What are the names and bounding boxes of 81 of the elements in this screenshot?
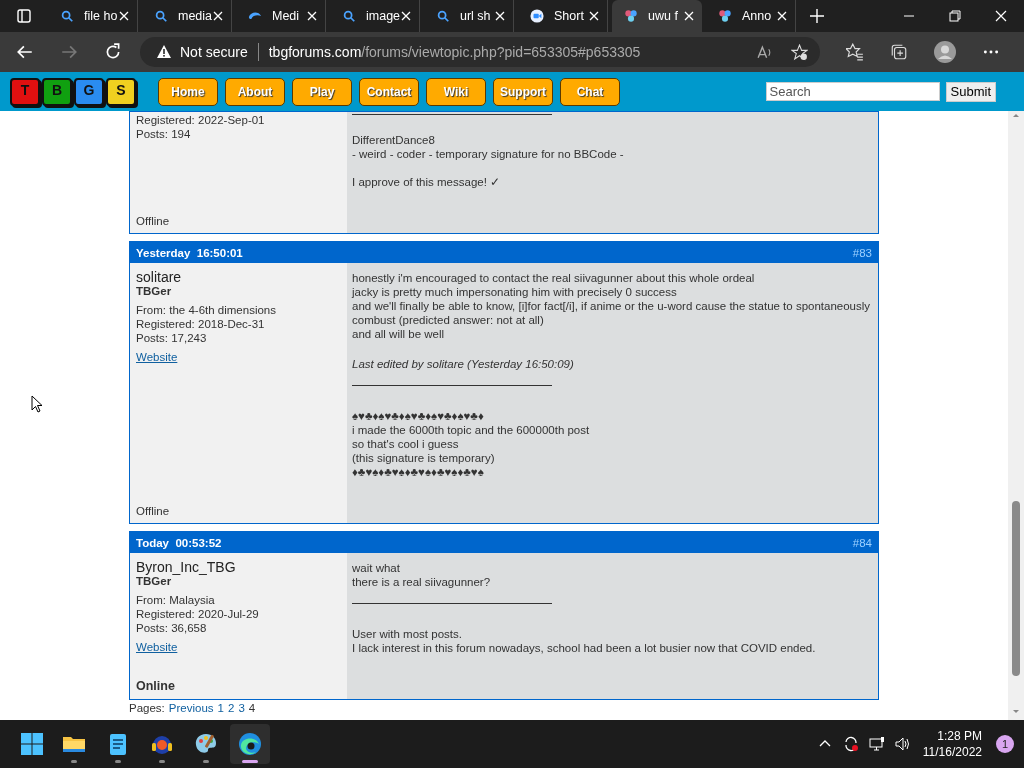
edit-note: Last edited by solitare (Yesterday 16:50:09)	[352, 357, 575, 371]
warning-icon	[156, 44, 172, 60]
close-icon[interactable]	[777, 11, 787, 21]
wave-icon	[238, 732, 262, 756]
user-registered: Registered: 2022-Sep-01	[136, 113, 265, 127]
page-link[interactable]: Previous	[168, 702, 214, 714]
user-status: Offline	[136, 214, 170, 227]
add-favorite-icon[interactable]	[791, 43, 808, 61]
user-registered: Registered: 2020-Jul-29	[136, 607, 259, 621]
sync-icon[interactable]	[842, 736, 859, 752]
video-icon	[530, 9, 544, 23]
signature-text: User with most posts. I lack interest in this forum nowadays, school had been a lot busier now that COVID ended.	[352, 627, 817, 655]
close-icon[interactable]	[589, 11, 599, 21]
signature-text: DifferentDance8 - weird - coder - temporary signature for no BBCode -	[352, 133, 625, 161]
post-date: Yesterday 16:50:01	[136, 246, 243, 259]
forward-icon[interactable]	[60, 43, 78, 61]
search-icon	[436, 9, 450, 23]
search-icon	[342, 9, 356, 23]
logo-key[interactable]: T	[10, 77, 40, 106]
logo-key[interactable]: G	[74, 77, 104, 106]
current-page: 4	[248, 702, 256, 714]
taskbar-app[interactable]	[230, 724, 270, 764]
post-number-link[interactable]: #83	[852, 246, 872, 259]
user-title: TBGer	[136, 575, 172, 587]
tab-actions-icon[interactable]	[16, 8, 32, 24]
user-location: From: the 4-6th dimensions	[136, 303, 276, 317]
read-aloud-icon[interactable]	[756, 43, 773, 61]
volume-icon[interactable]	[894, 736, 911, 752]
submit-button[interactable]: Submit	[945, 81, 996, 102]
signature-text: I approve of this message! ✓	[352, 175, 502, 189]
message-text: wait what there is a real siivagunner?	[352, 561, 492, 589]
close-icon[interactable]	[401, 11, 411, 21]
cursor-icon	[31, 395, 43, 413]
website-link[interactable]: Website	[136, 641, 178, 653]
search-icon	[154, 9, 168, 23]
favorites-icon[interactable]	[846, 43, 864, 61]
user-location: From: Malaysia	[136, 593, 216, 607]
website-link[interactable]: Website	[136, 351, 178, 363]
close-icon[interactable]	[495, 11, 505, 21]
user-registered: Registered: 2018-Dec-31	[136, 317, 266, 331]
close-icon[interactable]	[213, 11, 223, 21]
page-link[interactable]: 1	[217, 702, 224, 714]
dots-icon	[718, 9, 732, 23]
user-post-count: Posts: 17,243	[136, 331, 208, 345]
user-status: Online	[136, 678, 175, 693]
clock-date[interactable]: 11/16/2022	[922, 744, 982, 760]
new-tab-icon[interactable]	[810, 9, 824, 23]
user-post-count: Posts: 194	[136, 127, 192, 141]
close-icon[interactable]	[684, 11, 694, 21]
scrollbar-drawing[interactable]	[1008, 111, 1024, 720]
back-icon[interactable]	[16, 43, 34, 61]
close-icon[interactable]	[995, 10, 1007, 22]
collections-icon[interactable]	[890, 43, 908, 61]
page-link[interactable]: 3	[238, 702, 245, 714]
message-text: honestly i'm encouraged to contact the real siivagunner about this whole ordeal jacky is pretty much impersonating him with precisely 0 success and we'll finally be able to know, [i]for fact[/i], if anime or the u-word cause the statue to spontaneously combust (predicted answer: not at all) and all will be well	[352, 271, 872, 341]
start-icon[interactable]	[20, 732, 44, 756]
address-field[interactable]: Not secure tbgforums.com/forums/viewtopic.php?pid=653305#p653305	[140, 37, 820, 67]
post-date: Today 00:53:52	[136, 536, 222, 549]
network-icon[interactable]	[868, 736, 885, 752]
browser-tab[interactable]: uwu f	[612, 0, 702, 32]
avatar-icon[interactable]	[934, 41, 956, 63]
notification-badge[interactable]: 1	[996, 735, 1014, 753]
search-field[interactable]: Search	[765, 82, 940, 101]
search-icon	[60, 9, 74, 23]
logo-key[interactable]: S	[106, 77, 136, 106]
refresh-icon[interactable]	[104, 43, 122, 61]
user-title: TBGer	[136, 285, 172, 297]
restore-icon[interactable]	[949, 10, 961, 22]
page-link[interactable]: 2	[227, 702, 235, 714]
close-icon[interactable]	[307, 11, 317, 21]
clock-time[interactable]: 1:28 PM	[937, 728, 982, 744]
palette-icon	[194, 732, 218, 756]
pages-label: Pages:	[129, 702, 165, 714]
author-name[interactable]: solitare	[136, 269, 182, 285]
dots-icon	[624, 9, 638, 23]
close-icon[interactable]	[119, 11, 129, 21]
user-status: Offline	[136, 504, 170, 517]
signature-text: ♠♥♣♦♠♥♣♦♠♥♣♦♠♥♣♦♠♥♣♦ i made the 6000th topic and the 600000th post so that's cool i guess (this signature is temporary) ♦♣♥♠♦♣♥♠♦♣♥♠♦♣♥♠♦♣♥♠	[352, 409, 591, 479]
logo-key[interactable]: B	[42, 77, 72, 106]
user-post-count: Posts: 36,658	[136, 621, 208, 635]
author-name[interactable]: Byron_Inc_TBG	[136, 559, 236, 575]
